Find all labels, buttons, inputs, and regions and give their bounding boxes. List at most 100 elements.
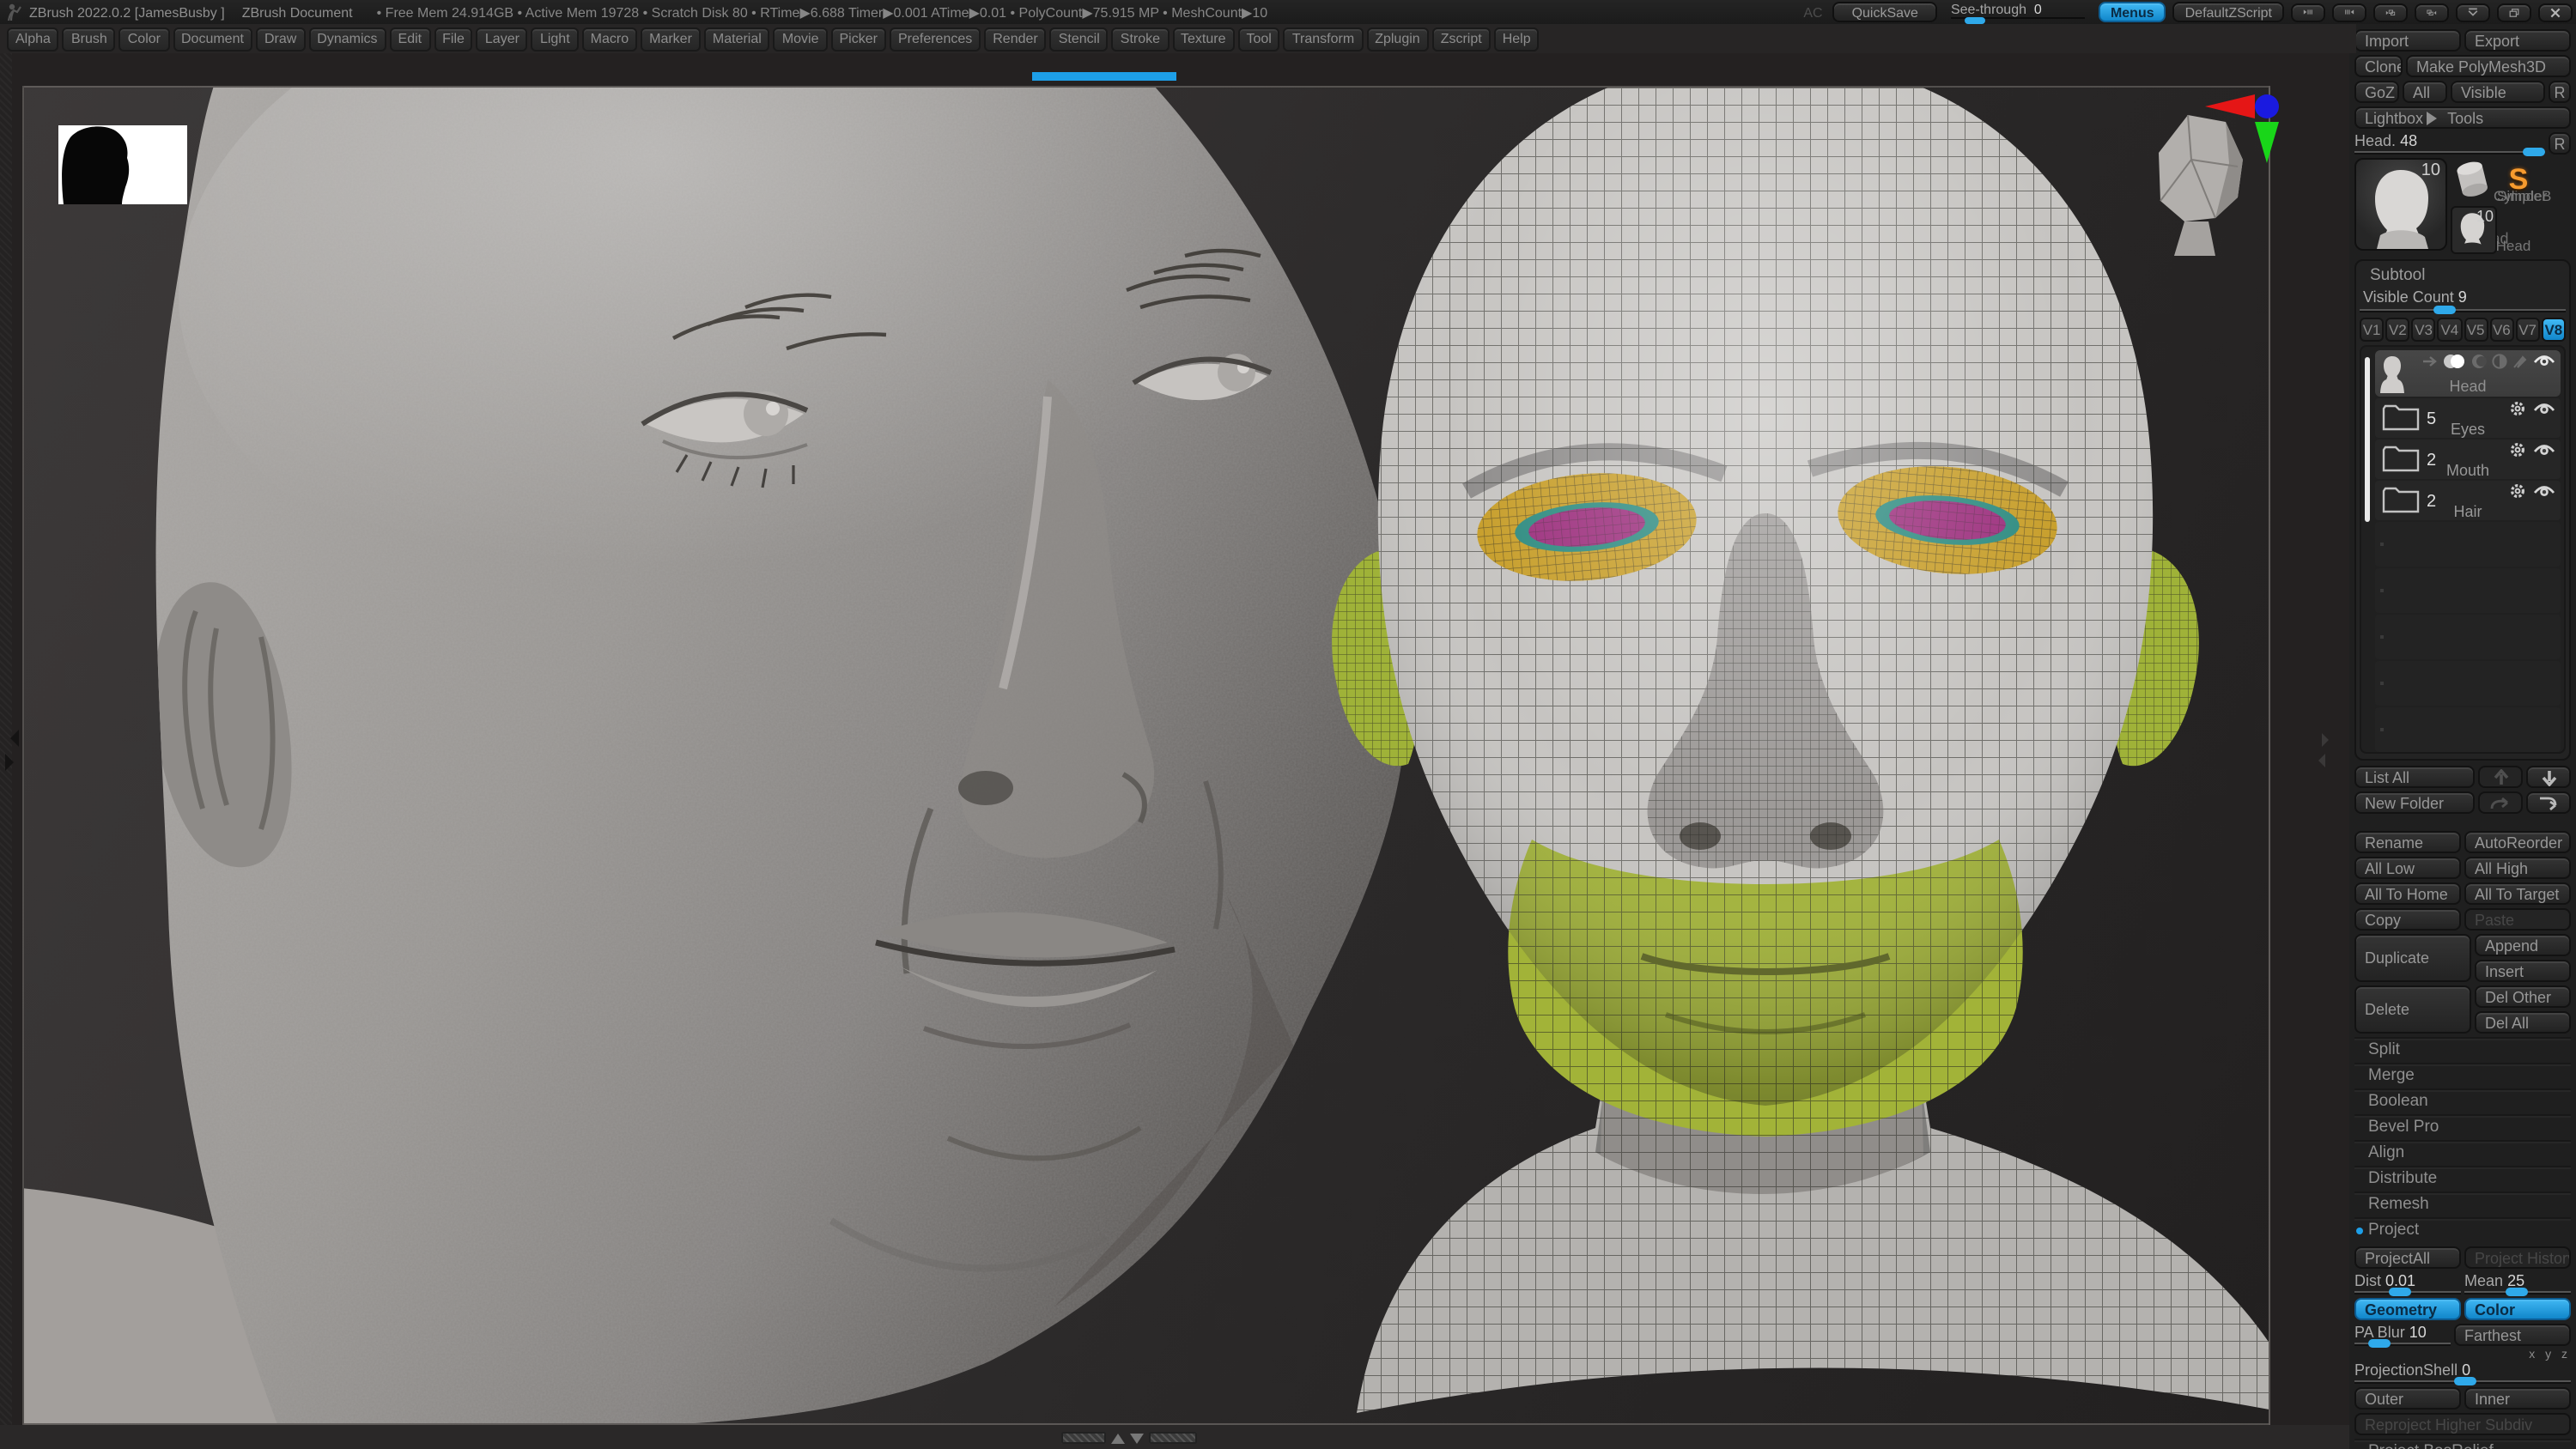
menu-item[interactable]: Macro xyxy=(582,27,637,51)
goz-r-button[interactable]: R xyxy=(2549,81,2571,103)
pa-blur-knob[interactable] xyxy=(2368,1339,2391,1348)
menu-item[interactable]: Stencil xyxy=(1050,27,1109,51)
section-header-project[interactable]: Project xyxy=(2354,1217,2571,1243)
del-other-button[interactable]: Del Other xyxy=(2475,985,2571,1008)
menu-item[interactable]: Marker xyxy=(641,27,701,51)
menu-item[interactable]: Color xyxy=(119,27,169,51)
subtool-scrollbar[interactable] xyxy=(2365,357,2370,522)
collapse-left-tray-button[interactable] xyxy=(2291,3,2325,21)
cylinder-tool-thumbnail[interactable]: Cylinder xyxy=(2451,158,2494,203)
subtool-empty-slot[interactable] xyxy=(2375,661,2561,706)
minimize-button[interactable] xyxy=(2456,3,2490,21)
section-header[interactable]: Boolean xyxy=(2354,1088,2571,1114)
uv-map-icon[interactable] xyxy=(2471,354,2487,369)
move-up-button[interactable] xyxy=(2478,766,2523,788)
close-window-button[interactable] xyxy=(2538,3,2573,21)
goz-visible-button[interactable]: Visible xyxy=(2451,81,2545,103)
horizontal-scrollbar[interactable] xyxy=(1061,1432,1197,1444)
panel-divider-handle-icon[interactable] xyxy=(2312,754,2325,767)
subtool-item-selected[interactable]: Head xyxy=(2375,350,2561,397)
del-all-button[interactable]: Del All xyxy=(2475,1011,2571,1034)
lightbox-tools-button[interactable]: Lightbox Tools xyxy=(2354,106,2571,129)
copy-button[interactable]: Copy xyxy=(2354,908,2461,931)
all-high-button[interactable]: All High xyxy=(2464,857,2571,879)
scroll-up-icon[interactable] xyxy=(1111,1433,1125,1443)
all-to-home-button[interactable]: All To Home xyxy=(2354,882,2461,905)
menu-item[interactable]: Texture xyxy=(1172,27,1234,51)
folder-settings-gear-icon[interactable] xyxy=(2509,400,2526,417)
menu-item[interactable]: Brush xyxy=(63,27,116,51)
folder-eye-icon[interactable] xyxy=(2533,401,2555,416)
scroll-down-icon[interactable] xyxy=(1130,1433,1144,1443)
next-document-button[interactable] xyxy=(2415,3,2449,21)
menu-item[interactable]: Layer xyxy=(477,27,528,51)
quicksave-button[interactable]: QuickSave xyxy=(1833,2,1937,22)
folder-settings-gear-icon[interactable] xyxy=(2509,441,2526,458)
active-tool-knob[interactable] xyxy=(2522,148,2544,156)
visibility-tab[interactable]: V4 xyxy=(2438,318,2462,342)
rename-button[interactable]: Rename xyxy=(2354,831,2461,853)
menu-item[interactable]: Zplugin xyxy=(1366,27,1429,51)
polypaint-arrow-icon[interactable] xyxy=(2421,355,2437,367)
see-through-slider[interactable]: See-through 0 xyxy=(1951,1,2085,23)
menu-item[interactable]: Light xyxy=(532,27,579,51)
goz-all-button[interactable]: All xyxy=(2403,81,2447,103)
menu-item[interactable]: Help xyxy=(1494,27,1540,51)
farthest-button[interactable]: Farthest xyxy=(2454,1324,2571,1346)
subtool-folder-row[interactable]: 2 Mouth xyxy=(2375,440,2561,479)
projection-shell-knob[interactable] xyxy=(2454,1377,2476,1385)
visibility-tab[interactable]: V1 xyxy=(2360,318,2384,342)
append-button[interactable]: Append xyxy=(2475,934,2571,956)
visibility-tab[interactable]: V3 xyxy=(2412,318,2436,342)
menu-item[interactable]: Movie xyxy=(774,27,828,51)
recent-head-tool-thumbnail[interactable]: 10 Head xyxy=(2451,206,2497,254)
texture-map-icon[interactable] xyxy=(2492,354,2507,369)
move-into-folder-button[interactable] xyxy=(2526,791,2571,814)
projection-shell-slider[interactable]: ProjectionShell 0 xyxy=(2354,1361,2571,1384)
sculpt-viewport[interactable] xyxy=(22,86,2270,1425)
visible-count-knob[interactable] xyxy=(2433,306,2456,314)
section-header[interactable]: Split xyxy=(2354,1037,2571,1063)
section-header[interactable]: Distribute xyxy=(2354,1166,2571,1191)
visible-count-slider[interactable]: Visible Count 9 xyxy=(2360,288,2566,312)
visibility-tab[interactable]: V7 xyxy=(2516,318,2540,342)
color-toggle-button[interactable]: Color xyxy=(2464,1298,2571,1320)
collapse-right-tray-button[interactable] xyxy=(2332,3,2366,21)
folder-settings-gear-icon[interactable] xyxy=(2509,482,2526,500)
clone-button[interactable]: Clone xyxy=(2354,55,2403,77)
scrollbar-track-left[interactable] xyxy=(1061,1432,1106,1444)
scrollbar-track-right[interactable] xyxy=(1149,1432,1197,1444)
left-tray[interactable] xyxy=(0,53,12,1449)
section-header[interactable]: Bevel Pro xyxy=(2354,1114,2571,1140)
folder-eye-icon[interactable] xyxy=(2533,442,2555,458)
simplebrush-tool-thumbnail[interactable]: S SimpleB xyxy=(2497,158,2540,203)
menu-item[interactable]: Stroke xyxy=(1112,27,1169,51)
subtool-header[interactable]: Subtool xyxy=(2360,264,2566,288)
restore-window-button[interactable] xyxy=(2497,3,2531,21)
pa-blur-slider[interactable]: PA Blur 10 xyxy=(2354,1324,2451,1346)
mean-slider[interactable]: Mean 25 xyxy=(2464,1272,2571,1294)
menu-item[interactable]: Zscript xyxy=(1432,27,1491,51)
axis-gizmo[interactable] xyxy=(2198,84,2287,167)
import-button[interactable]: Import xyxy=(2354,29,2461,52)
section-header[interactable]: Remesh xyxy=(2354,1191,2571,1217)
move-out-of-folder-button[interactable] xyxy=(2478,791,2523,814)
duplicate-button[interactable]: Duplicate xyxy=(2354,934,2471,982)
all-low-button[interactable]: All Low xyxy=(2354,857,2461,879)
panel-divider-handle-icon[interactable] xyxy=(2322,733,2336,747)
displacement-brush-icon[interactable] xyxy=(2512,354,2528,369)
new-folder-button[interactable]: New Folder xyxy=(2354,791,2475,814)
menu-item[interactable]: Draw xyxy=(256,27,305,51)
project-all-button[interactable]: ProjectAll xyxy=(2354,1246,2461,1269)
menu-item[interactable]: Alpha xyxy=(7,27,59,51)
menu-item[interactable]: Transform xyxy=(1284,27,1363,51)
visibility-tab[interactable]: V6 xyxy=(2489,318,2513,342)
section-header-bas-relief[interactable]: Project BasRelief xyxy=(2354,1439,2571,1449)
subtool-folder-row[interactable]: 5 Eyes xyxy=(2375,398,2561,438)
export-button[interactable]: Export xyxy=(2464,29,2571,52)
menus-toggle-button[interactable]: Menus xyxy=(2099,2,2166,22)
tray-handle-icon[interactable] xyxy=(5,754,22,771)
inner-button[interactable]: Inner xyxy=(2464,1387,2571,1410)
tray-handle-icon[interactable] xyxy=(2,730,19,747)
subtool-empty-slot[interactable] xyxy=(2375,615,2561,659)
